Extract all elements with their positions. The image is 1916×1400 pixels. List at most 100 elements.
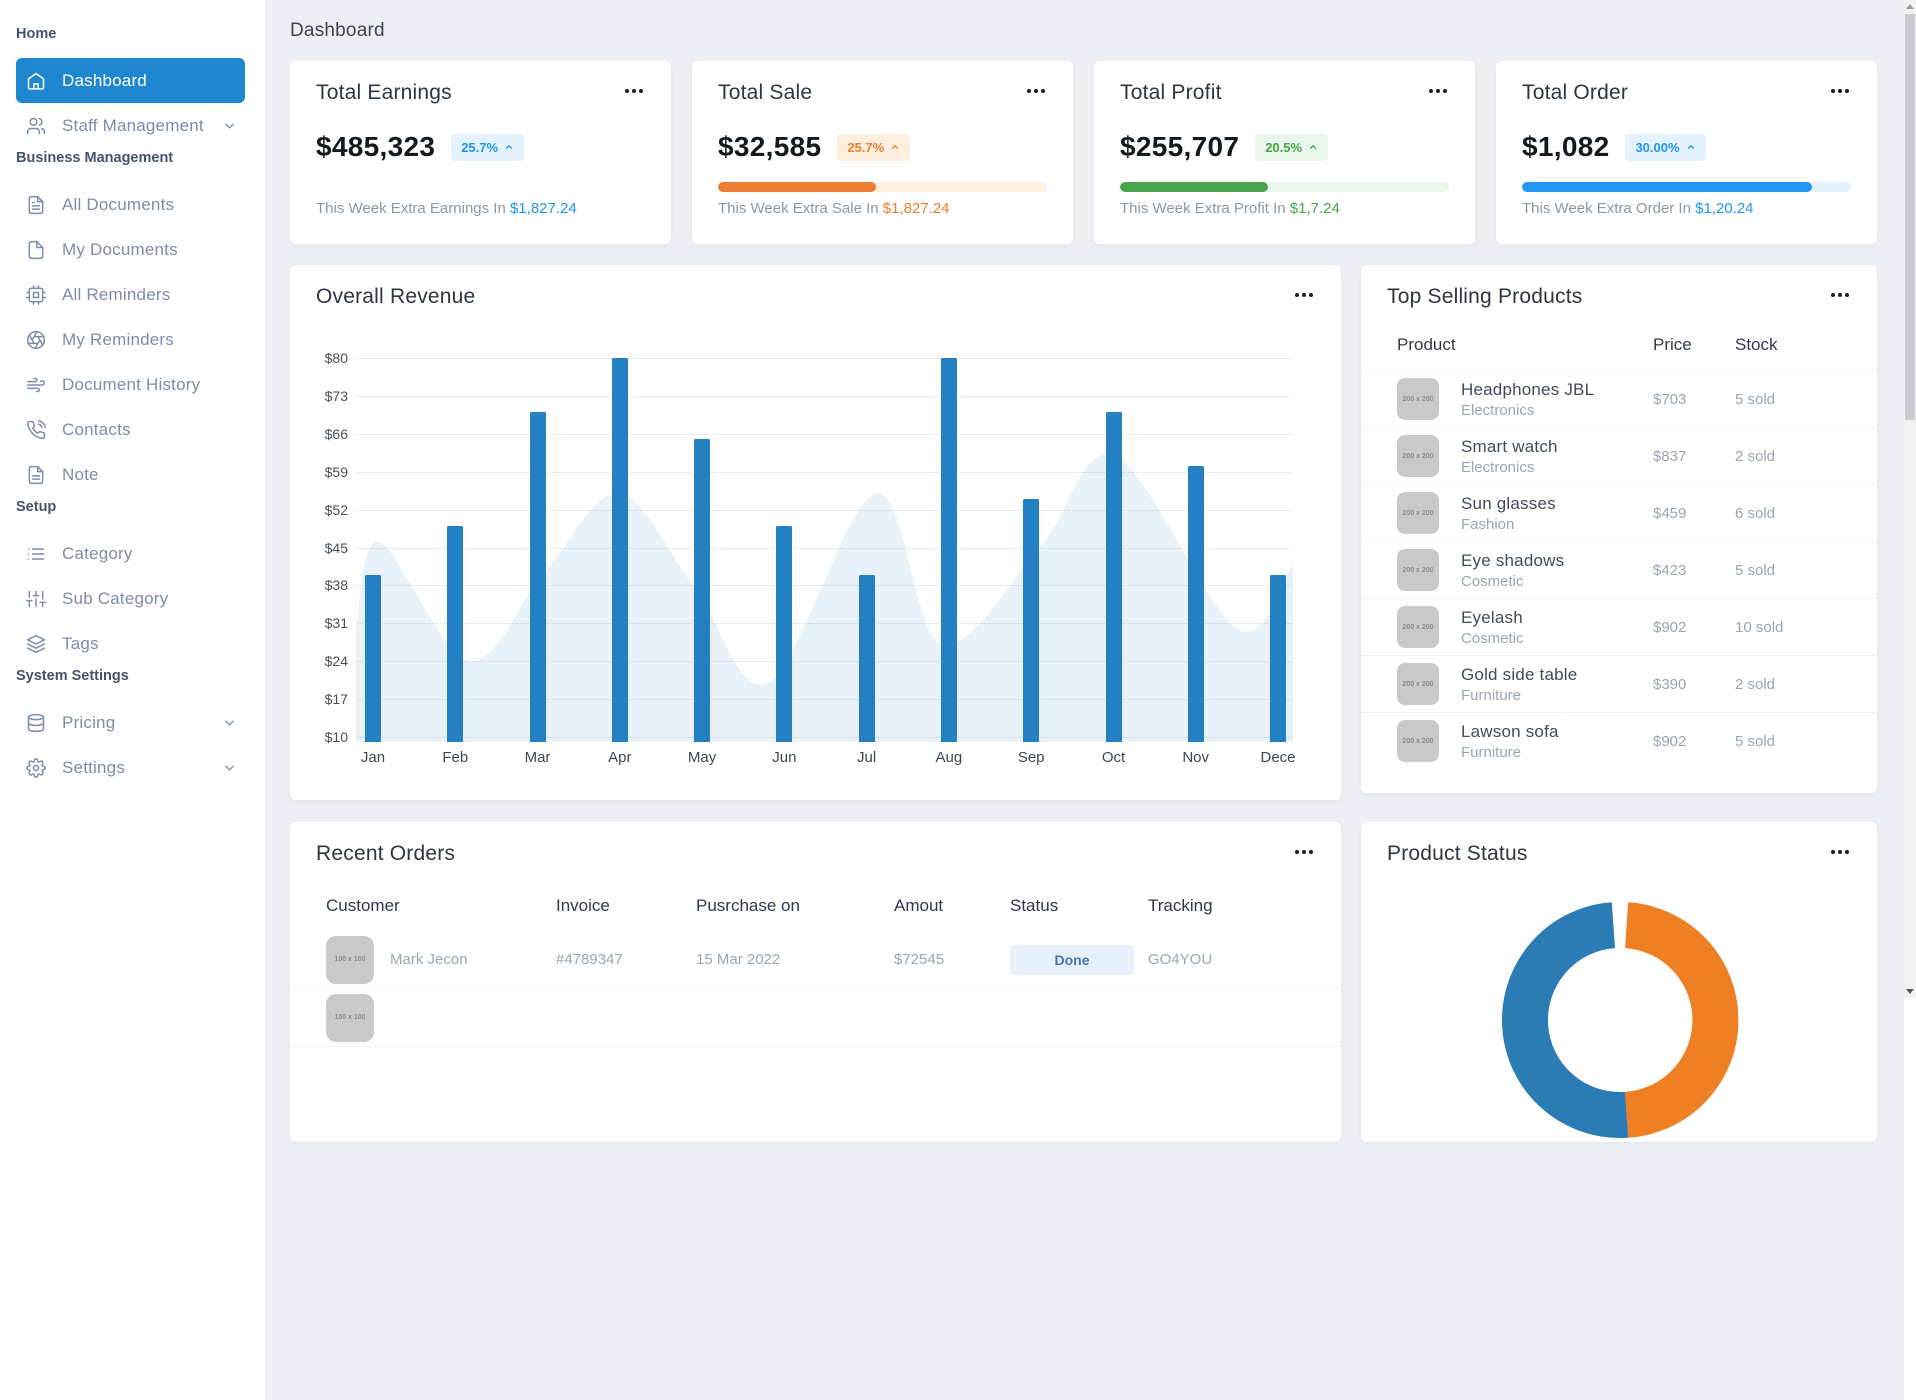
order-row: 100 x 100 Mark Jecon #4789347 15 Mar 2022 $7… bbox=[290, 931, 1341, 989]
product-category: Cosmetic bbox=[1461, 572, 1524, 590]
recent-orders-card: Recent Orders Customer Invoice Pusrchase… bbox=[290, 822, 1341, 1142]
layers-icon bbox=[26, 634, 46, 654]
orders-col-customer: Customer bbox=[326, 896, 400, 915]
chart-x-tick-label: Jan bbox=[360, 749, 386, 766]
product-category: Fashion bbox=[1461, 515, 1515, 533]
sidebar-item-tags[interactable]: Tags bbox=[16, 621, 245, 666]
chevron-up-icon bbox=[1686, 142, 1696, 152]
sidebar-item-all-reminders[interactable]: All Reminders bbox=[16, 272, 245, 317]
stat-badge-percent: 25.7% bbox=[847, 139, 885, 155]
stat-card-menu-button[interactable] bbox=[1023, 85, 1049, 97]
sidebar-item-label: My Reminders bbox=[62, 329, 174, 349]
chart-bar-apr bbox=[611, 358, 628, 742]
orders-col-amount: Amout bbox=[894, 896, 944, 915]
product-category: Electronics bbox=[1461, 401, 1535, 419]
chevron-up-icon bbox=[890, 142, 900, 152]
scrollbar-thumb[interactable] bbox=[1905, 14, 1915, 420]
product-stock: 10 sold bbox=[1735, 618, 1784, 636]
chart-bar-aug bbox=[940, 358, 957, 742]
sidebar-item-all-documents[interactable]: All Documents bbox=[16, 182, 245, 227]
sidebar-section: Setup Category Sub Category Tags bbox=[0, 497, 265, 666]
stat-card-title: Total Earnings bbox=[316, 81, 452, 104]
chevron-down-icon bbox=[222, 760, 237, 775]
sidebar-item-label: All Documents bbox=[62, 194, 175, 214]
orders-col-status: Status bbox=[1010, 896, 1059, 915]
stat-card-menu-button[interactable] bbox=[1425, 85, 1451, 97]
stat-badge-percent: 30.00% bbox=[1635, 139, 1680, 155]
sidebar-item-label: Category bbox=[62, 543, 133, 563]
stat-card-badge: 25.7% bbox=[837, 133, 911, 161]
sidebar-item-note[interactable]: Note bbox=[16, 452, 245, 497]
orders-col-tracking: Tracking bbox=[1148, 896, 1213, 915]
sidebar-item-settings[interactable]: Settings bbox=[16, 745, 245, 790]
chart-x-tick-label: Sep bbox=[1017, 749, 1045, 766]
product-category: Furniture bbox=[1461, 686, 1522, 704]
chart-bar-jun bbox=[776, 525, 793, 742]
product-thumbnail: 200 x 200 bbox=[1397, 492, 1439, 534]
sidebar-item-document-history[interactable]: Document History bbox=[16, 362, 245, 407]
main-content: Dashboard Total Earnings $485,323 25.7% Thi… bbox=[265, 0, 1904, 1400]
product-thumbnail: 200 x 200 bbox=[1397, 435, 1439, 477]
order-amount: $72545 bbox=[894, 951, 945, 968]
sidebar-item-sub-category[interactable]: Sub Category bbox=[16, 576, 245, 621]
stat-card-progress bbox=[1522, 182, 1851, 192]
product-name: Lawson sofa bbox=[1461, 721, 1559, 741]
product-price: $902 bbox=[1653, 732, 1687, 750]
users-icon bbox=[26, 116, 46, 136]
recent-orders-menu-button[interactable] bbox=[1291, 846, 1317, 858]
sidebar-item-label: Document History bbox=[62, 374, 201, 394]
aperture-icon bbox=[26, 330, 46, 350]
product-name: Headphones JBL bbox=[1461, 379, 1595, 399]
chart-bar-jan bbox=[365, 574, 381, 742]
sidebar: Home Dashboard Staff Management Business Ma… bbox=[0, 0, 265, 998]
scrollbar-up-arrow-icon[interactable] bbox=[1906, 4, 1914, 9]
sidebar-item-my-reminders[interactable]: My Reminders bbox=[16, 317, 245, 362]
sidebar-section-label: System Settings bbox=[16, 668, 129, 684]
stat-card-total-order: Total Order $1,082 30.00% This Week Extra O… bbox=[1496, 61, 1877, 244]
chart-x-tick-label: Mar bbox=[524, 749, 551, 766]
chart-x-tick-label: Jun bbox=[772, 749, 797, 766]
overall-revenue-chart: $80 $73 $66 $59 $52 $45 $38 $31 $24 $17 $10 Jan Feb M… bbox=[290, 265, 1341, 800]
chart-bar-sep bbox=[1023, 498, 1040, 742]
stat-card-menu-button[interactable] bbox=[1827, 85, 1853, 97]
database-icon bbox=[26, 713, 46, 733]
top-selling-products-card: Top Selling Products Product Price Stock… bbox=[1361, 265, 1877, 793]
sidebar-section: Business Management All Documents My Docum… bbox=[0, 148, 265, 497]
stat-card-value: $32,585 bbox=[718, 131, 822, 162]
stat-card-menu-button[interactable] bbox=[621, 85, 647, 97]
sidebar-item-category[interactable]: Category bbox=[16, 531, 245, 576]
product-row: 200 x 200 Gold side table Furniture $390 2 s… bbox=[1361, 655, 1877, 712]
product-price: $459 bbox=[1653, 504, 1687, 522]
page-scrollbar[interactable] bbox=[1904, 0, 1916, 998]
sidebar-section-label: Business Management bbox=[16, 150, 174, 166]
stat-card-subtitle-amount: $1,20.24 bbox=[1695, 200, 1754, 217]
sidebar-section: Home Dashboard Staff Management bbox=[0, 24, 265, 148]
orders-table-header: Customer Invoice Pusrchase on Amout Stat… bbox=[290, 896, 1341, 916]
stat-card-progress bbox=[1120, 182, 1449, 192]
sidebar-item-dashboard[interactable]: Dashboard bbox=[16, 58, 245, 103]
products-table-header: Product Price Stock bbox=[1361, 335, 1877, 370]
product-row: 200 x 200 Eyelash Cosmetic $902 10 sold bbox=[1361, 598, 1877, 655]
product-name: Gold side table bbox=[1461, 664, 1578, 684]
top-selling-products-menu-button[interactable] bbox=[1827, 289, 1853, 301]
product-thumbnail: 200 x 200 bbox=[1397, 720, 1439, 762]
stat-card-subtitle: This Week Extra Order In $1,20.24 bbox=[1522, 200, 1754, 217]
product-status-donut-chart bbox=[1502, 902, 1739, 1139]
stat-card-value: $485,323 bbox=[316, 131, 436, 162]
sidebar-item-label: Pricing bbox=[62, 712, 116, 732]
sidebar-item-pricing[interactable]: Pricing bbox=[16, 700, 245, 745]
product-stock: 6 sold bbox=[1735, 504, 1776, 522]
sidebar-item-staff-management[interactable]: Staff Management bbox=[16, 103, 245, 148]
stat-card-value: $255,707 bbox=[1120, 131, 1240, 162]
product-name: Sun glasses bbox=[1461, 493, 1556, 513]
file-text-icon bbox=[26, 195, 46, 215]
sidebar-item-my-documents[interactable]: My Documents bbox=[16, 227, 245, 272]
sliders-icon bbox=[26, 589, 46, 609]
chart-x-tick-label: Oct bbox=[1101, 749, 1126, 766]
sidebar-item-contacts[interactable]: Contacts bbox=[16, 407, 245, 452]
page-title: Dashboard bbox=[290, 20, 385, 41]
stat-card-progress bbox=[718, 182, 1047, 192]
stat-badge-percent: 25.7% bbox=[461, 139, 499, 155]
chart-bar-feb bbox=[447, 525, 464, 742]
scrollbar-down-arrow-icon[interactable] bbox=[1906, 989, 1914, 994]
